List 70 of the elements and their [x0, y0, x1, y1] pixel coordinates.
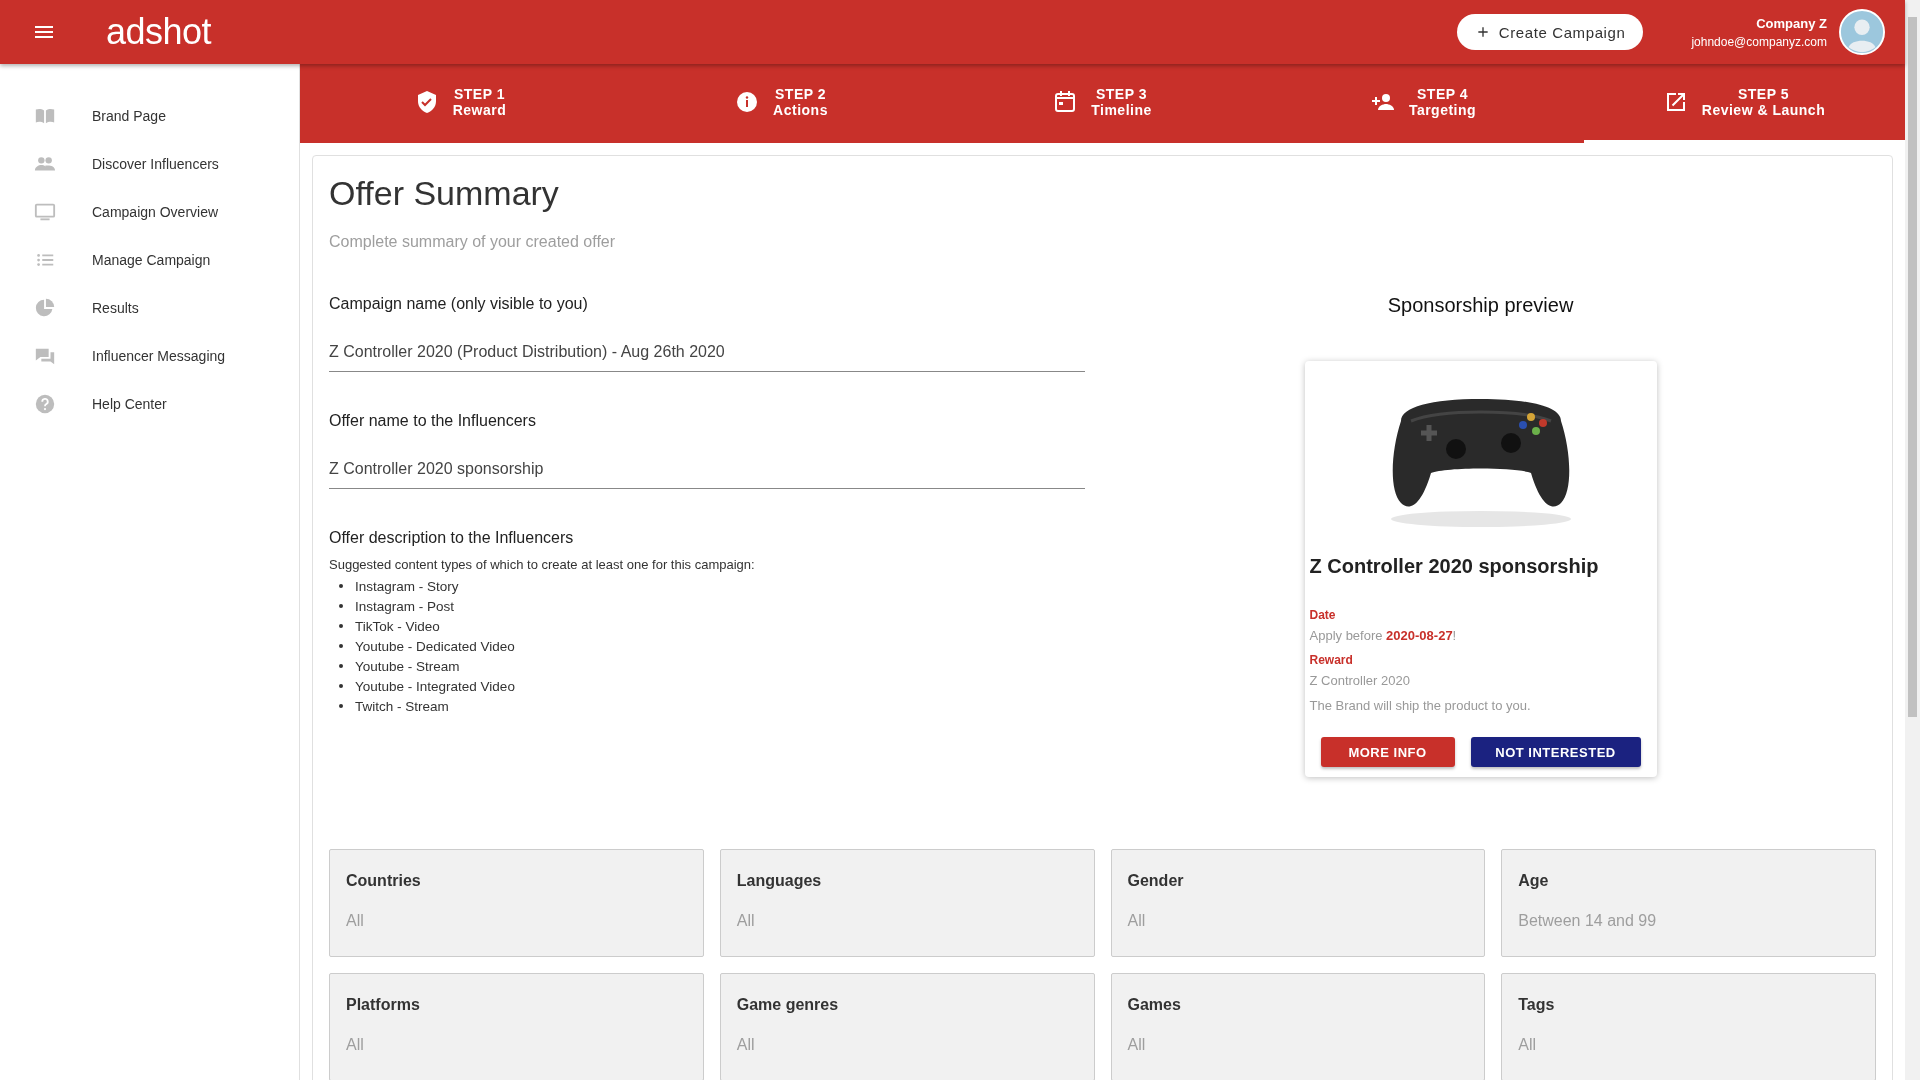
sidebar-item[interactable]: Campaign Overview — [0, 188, 299, 236]
step-tab[interactable]: STEP 2 Actions — [621, 63, 942, 143]
filter-value: Between 14 and 99 — [1518, 912, 1657, 930]
reward-text: Z Controller 2020 — [1309, 673, 1410, 688]
reward-text: The Brand will ship the product to you. — [1309, 698, 1531, 713]
field-label: Offer description to the Influencers — [329, 529, 575, 547]
bullet-icon — [339, 624, 343, 628]
filter-label: Platforms — [346, 996, 420, 1014]
help-icon — [34, 393, 56, 415]
step-tab[interactable]: STEP 1 Reward — [300, 63, 621, 143]
text-field[interactable]: Z Controller 2020 sponsorship — [329, 430, 1085, 489]
calendar-icon — [1053, 89, 1078, 114]
create-campaign-button[interactable]: Create Campaign — [1456, 14, 1644, 50]
sidebar-item[interactable]: Brand Page — [0, 92, 299, 140]
content-type-item: Instagram - Post — [339, 596, 1085, 616]
filter-value: All — [346, 1036, 364, 1054]
content-type-item: TikTok - Video — [339, 616, 1085, 636]
step-tab[interactable]: STEP 3 Timeline — [942, 63, 1263, 143]
sidebar-item[interactable]: Help Center — [0, 380, 299, 428]
filter-label: Game genres — [736, 996, 839, 1014]
field-label: Campaign name (only visible to you) — [329, 295, 589, 313]
scrollbar-thumb[interactable] — [1908, 17, 1917, 717]
content-type-item: Instagram - Story — [339, 576, 1085, 596]
filter-value: All — [1127, 912, 1146, 930]
bullet-icon — [339, 704, 343, 708]
field-label: Offer name to the Influencers — [329, 412, 537, 430]
content-type-item: Twitch - Stream — [339, 696, 1085, 716]
filter-value: All — [1518, 1036, 1537, 1054]
monitor-icon — [34, 201, 56, 223]
reward-label: Reward — [1309, 653, 1353, 667]
bullet-icon — [339, 644, 343, 648]
bullet-icon — [339, 584, 343, 588]
filter-label: Games — [1127, 996, 1181, 1014]
content-type-item: Youtube - Integrated Video — [339, 676, 1085, 696]
sidebar-item[interactable]: Influencer Messaging — [0, 332, 299, 380]
step-tab[interactable]: STEP 4 Targeting — [1263, 63, 1584, 143]
filter-value: All — [1127, 1036, 1146, 1054]
preview-heading: Sponsorship preview — [1387, 294, 1574, 317]
apply-date-text: Apply before 2020-08-27! — [1309, 628, 1457, 643]
pie-icon — [34, 297, 56, 319]
description-text: Suggested content types of which to create at least one for this campaign: — [329, 557, 756, 572]
content-type-item: Youtube - Stream — [339, 656, 1085, 676]
page-subtitle: Complete summary of your created offer — [329, 233, 617, 251]
filter-label: Gender — [1127, 872, 1184, 890]
content-type-item: Youtube - Dedicated Video — [339, 636, 1085, 656]
filter-label: Tags — [1518, 996, 1555, 1014]
filter-value: All — [736, 912, 755, 930]
info-icon — [735, 89, 760, 114]
bullet-icon — [339, 604, 343, 608]
user-email: johndoe@companyz.com — [1691, 34, 1827, 49]
app-logo[interactable]: adshot — [106, 11, 212, 53]
filter-value: All — [736, 1036, 755, 1054]
bullet-icon — [339, 664, 343, 668]
sidebar-item[interactable]: Manage Campaign — [0, 236, 299, 284]
sidebar-item[interactable]: Results — [0, 284, 299, 332]
offer-title: Z Controller 2020 sponsorship — [1309, 555, 1599, 578]
not-interested-button[interactable]: NOT INTERESTED — [1470, 737, 1641, 767]
filter-value: All — [346, 912, 364, 930]
bullet-icon — [339, 684, 343, 688]
filter-label: Countries — [346, 872, 421, 890]
text-field[interactable]: Z Controller 2020 (Product Distribution) - Aug 26th 2020 — [329, 313, 1085, 372]
filter-label: Languages — [736, 872, 822, 890]
date-label: Date — [1309, 608, 1336, 622]
page-title: Offer Summary — [329, 174, 560, 213]
company-name: Company Z — [1756, 15, 1827, 31]
more-info-button[interactable]: MORE INFO — [1320, 737, 1455, 767]
avatar-icon[interactable] — [1839, 9, 1885, 55]
filter-label: Age — [1518, 872, 1549, 890]
sidebar-item[interactable]: Discover Influencers — [0, 140, 299, 188]
scrollbar[interactable] — [1905, 0, 1920, 1080]
